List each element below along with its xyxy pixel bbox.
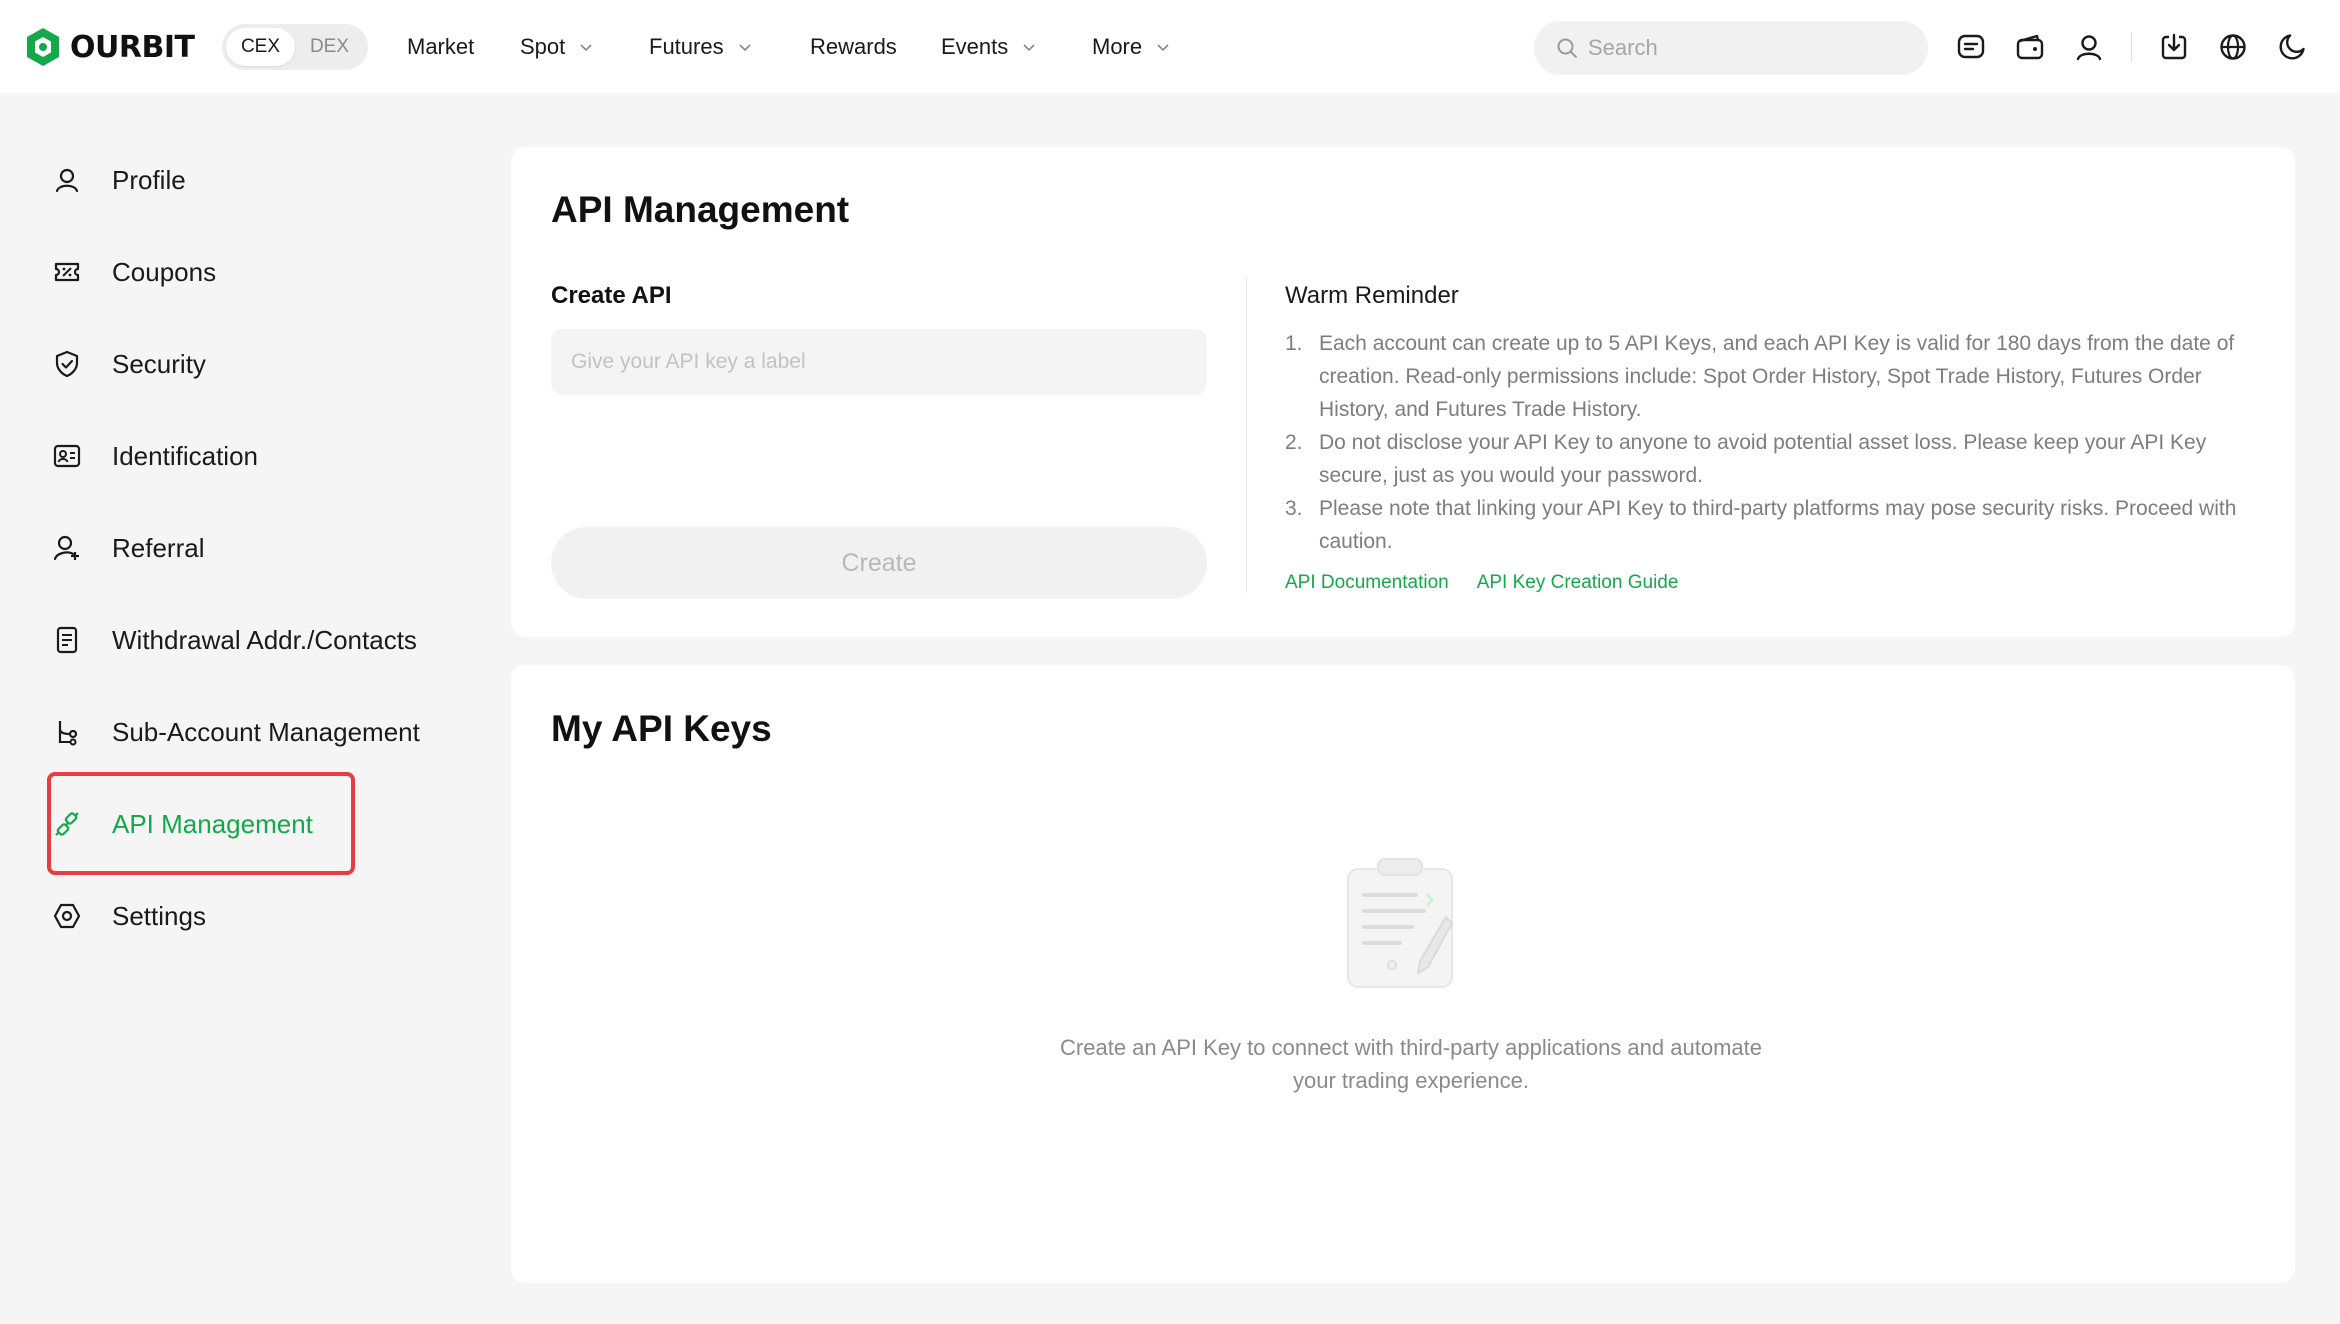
reminder-text: Each account can create up to 5 API Keys… [1319,332,2235,421]
address-book-icon [50,623,84,657]
nav-market[interactable]: Market [407,30,474,64]
sidebar-item-label: Referral [112,532,205,563]
language-button[interactable] [2216,30,2250,64]
sidebar-item-label: Profile [112,164,186,195]
nav-rewards-label: Rewards [810,34,897,59]
sidebar-item-label: Settings [112,900,206,931]
top-navigation-bar: OURBIT CEX DEX Market Spot Futures Rewar… [0,0,2340,93]
reminder-text: Please note that linking your API Key to… [1319,497,2237,553]
sub-account-icon [50,715,84,749]
my-api-keys-title: My API Keys [551,708,772,749]
api-management-card: API Management Create API Create Warm Re… [511,147,2295,637]
wallet-button[interactable] [2013,30,2047,64]
empty-clipboard-icon [1347,858,1453,988]
sidebar-item-security[interactable]: Security [50,334,206,394]
nav-events-label: Events [941,34,1009,59]
user-icon [50,163,84,197]
user-plus-icon [50,531,84,565]
sidebar-item-settings[interactable]: Settings [50,886,206,946]
chevron-down-icon [739,44,751,52]
brand-name: OURBIT [70,29,195,65]
reminder-text: Do not disclose your API Key to anyone t… [1319,431,2207,487]
warm-reminder-title: Warm Reminder [1285,282,1459,309]
sidebar-item-sub-account[interactable]: Sub-Account Management [50,702,420,762]
wallet-icon [2016,34,2044,60]
account-button[interactable] [2072,30,2106,64]
nav-futures[interactable]: Futures [649,30,752,64]
id-card-icon [50,439,84,473]
help-links: API Documentation API Key Creation Guide [1285,572,1706,594]
reminder-number: 2. [1285,431,1303,454]
chevron-down-icon [1023,44,1035,52]
nav-spot[interactable]: Spot [520,30,593,64]
search-bar[interactable] [1534,21,1928,75]
brand-logo[interactable]: OURBIT [24,26,195,68]
api-key-label-input[interactable] [551,329,1207,395]
sidebar-item-api-management[interactable]: API Management [50,794,313,854]
nav-market-label: Market [407,34,475,59]
settings-icon [50,899,84,933]
nav-rewards[interactable]: Rewards [810,30,897,64]
sidebar-item-label: Security [112,348,206,379]
my-api-keys-card: My API Keys Create an API Key to connect… [511,665,2295,1283]
theme-toggle-button[interactable] [2275,30,2309,64]
sidebar-item-coupons[interactable]: Coupons [50,242,216,302]
account-icon [2076,35,2102,61]
cex-dex-toggle[interactable]: CEX DEX [222,24,368,70]
messages-icon [1957,34,1985,59]
nav-spot-label: Spot [520,34,566,59]
page-title: API Management [551,189,850,230]
topnav-divider [2131,32,2132,62]
search-input[interactable] [1588,35,1888,61]
dex-toggle-option[interactable]: DEX [295,28,364,66]
sidebar-item-label: Coupons [112,256,217,287]
create-api-label: Create API [551,282,672,309]
download-icon [2161,33,2187,60]
reminder-number: 1. [1285,332,1303,355]
ourbit-logo-icon [27,28,59,66]
reminder-item: 2. Do not disclose your API Key to anyon… [1285,426,2260,492]
globe-icon [2220,34,2246,60]
reminder-number: 3. [1285,497,1303,520]
sidebar-item-identification[interactable]: Identification [50,426,258,486]
coupon-icon [50,255,84,289]
chevron-down-icon [1157,44,1169,52]
sidebar-item-label: Sub-Account Management [112,716,420,747]
nav-more[interactable]: More [1092,30,1170,64]
cex-toggle-option[interactable]: CEX [226,28,295,66]
sidebar-item-profile[interactable]: Profile [50,150,186,210]
api-key-creation-guide-link[interactable]: API Key Creation Guide [1477,572,1679,594]
sidebar-item-label: Identification [112,440,258,471]
moon-icon [2279,34,2305,60]
reminder-list: 1. Each account can create up to 5 API K… [1285,327,2260,558]
api-link-icon [50,807,84,841]
account-sidebar: Profile Coupons Security Identification … [0,93,480,1324]
messages-button[interactable] [1954,30,1988,64]
sidebar-item-withdrawal-addresses[interactable]: Withdrawal Addr./Contacts [50,610,417,670]
shield-icon [50,347,84,381]
empty-state-text: Create an API Key to connect with third-… [1060,1035,1762,1093]
reminder-item: 3. Please note that linking your API Key… [1285,492,2260,558]
reminder-item: 1. Each account can create up to 5 API K… [1285,327,2260,426]
sidebar-item-label: Withdrawal Addr./Contacts [112,624,417,655]
section-divider [1246,277,1247,593]
create-api-button[interactable]: Create [551,527,1207,599]
download-button[interactable] [2157,30,2191,64]
sidebar-item-referral[interactable]: Referral [50,518,204,578]
search-icon [1557,38,1577,58]
nav-futures-label: Futures [649,34,724,59]
nav-more-label: More [1092,34,1143,59]
chevron-down-icon [580,44,592,52]
api-documentation-link[interactable]: API Documentation [1285,572,1449,594]
nav-events[interactable]: Events [941,30,1036,64]
sidebar-item-label: API Management [112,808,313,839]
